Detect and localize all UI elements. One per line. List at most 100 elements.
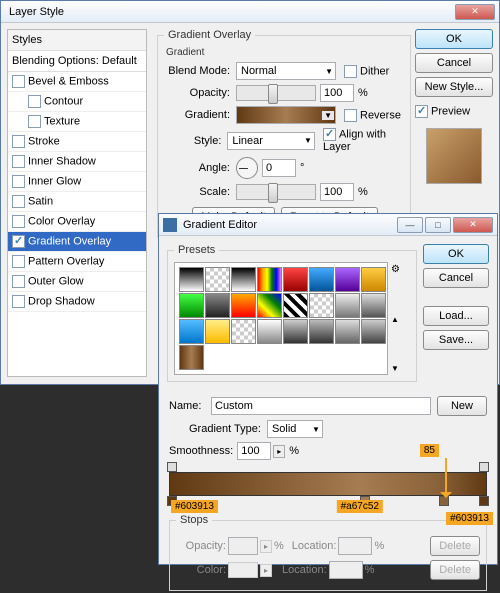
ok-button[interactable]: OK bbox=[423, 244, 489, 264]
tag-c2: #a67c52 bbox=[337, 500, 383, 513]
opacity-input[interactable] bbox=[320, 84, 354, 102]
preset-swatch[interactable] bbox=[309, 267, 334, 292]
preset-swatch[interactable] bbox=[179, 319, 204, 344]
preset-swatch[interactable] bbox=[283, 293, 308, 318]
preset-swatch[interactable] bbox=[231, 293, 256, 318]
preset-swatch[interactable] bbox=[335, 293, 360, 318]
preview-checkbox[interactable] bbox=[415, 105, 428, 118]
blending-options[interactable]: Blending Options: Default bbox=[8, 51, 146, 72]
name-input[interactable] bbox=[211, 397, 431, 415]
preset-swatch[interactable] bbox=[361, 319, 386, 344]
style-checkbox[interactable] bbox=[12, 195, 25, 208]
style-checkbox[interactable] bbox=[12, 155, 25, 168]
preset-swatch[interactable] bbox=[205, 293, 230, 318]
blend-mode-select[interactable]: Normal▼ bbox=[236, 62, 336, 80]
style-item[interactable]: Inner Shadow bbox=[8, 152, 146, 172]
opacity-stop[interactable] bbox=[479, 462, 489, 472]
style-checkbox[interactable] bbox=[28, 115, 41, 128]
style-checkbox[interactable] bbox=[12, 235, 25, 248]
scale-slider[interactable] bbox=[236, 184, 316, 200]
preset-swatch[interactable] bbox=[309, 319, 334, 344]
style-checkbox[interactable] bbox=[12, 255, 25, 268]
style-item[interactable]: Satin bbox=[8, 192, 146, 212]
cancel-button[interactable]: Cancel bbox=[423, 268, 489, 288]
maximize-icon[interactable]: □ bbox=[425, 217, 451, 233]
gradient-select[interactable]: ▼ bbox=[236, 106, 336, 124]
load-button[interactable]: Load... bbox=[423, 306, 489, 326]
chevron-up-icon[interactable]: ▲ bbox=[391, 315, 402, 324]
new-style-button[interactable]: New Style... bbox=[415, 77, 493, 97]
chevron-down-icon[interactable]: ▼ bbox=[391, 364, 402, 373]
style-item[interactable]: Outer Glow bbox=[8, 272, 146, 292]
preset-swatch[interactable] bbox=[257, 293, 282, 318]
window-title: Layer Style bbox=[9, 6, 453, 18]
preset-swatch[interactable] bbox=[335, 319, 360, 344]
preset-swatch[interactable] bbox=[179, 293, 204, 318]
gear-icon[interactable]: ⚙ bbox=[391, 264, 402, 275]
style-item[interactable]: Gradient Overlay bbox=[8, 232, 146, 252]
preset-swatch[interactable] bbox=[231, 319, 256, 344]
marker-line bbox=[445, 458, 447, 494]
preset-swatch[interactable] bbox=[283, 267, 308, 292]
style-item[interactable]: Pattern Overlay bbox=[8, 252, 146, 272]
preset-swatch[interactable] bbox=[205, 267, 230, 292]
cancel-button[interactable]: Cancel bbox=[415, 53, 493, 73]
close-icon[interactable]: ✕ bbox=[455, 4, 495, 20]
style-select[interactable]: Linear▼ bbox=[227, 132, 315, 150]
style-item[interactable]: Texture bbox=[8, 112, 146, 132]
style-item[interactable]: Color Overlay bbox=[8, 212, 146, 232]
type-select[interactable]: Solid▼ bbox=[267, 420, 323, 438]
scale-input[interactable] bbox=[320, 183, 354, 201]
preset-swatch[interactable] bbox=[335, 267, 360, 292]
dither-checkbox[interactable] bbox=[344, 65, 357, 78]
styles-list: Styles Blending Options: Default Bevel &… bbox=[7, 29, 147, 377]
preset-grid[interactable] bbox=[174, 262, 388, 375]
preset-swatch[interactable] bbox=[361, 293, 386, 318]
color-stop[interactable] bbox=[479, 496, 489, 506]
new-button[interactable]: New bbox=[437, 396, 487, 416]
preset-swatch[interactable] bbox=[205, 319, 230, 344]
ok-button[interactable]: OK bbox=[415, 29, 493, 49]
style-checkbox[interactable] bbox=[12, 75, 25, 88]
panel-title: Gradient Overlay bbox=[164, 29, 255, 41]
preset-swatch[interactable] bbox=[361, 267, 386, 292]
preset-swatch[interactable] bbox=[231, 267, 256, 292]
preset-swatch[interactable] bbox=[179, 345, 204, 370]
tag-c1: #603913 bbox=[171, 500, 218, 513]
opacity-slider[interactable] bbox=[236, 85, 316, 101]
preset-swatch[interactable] bbox=[257, 319, 282, 344]
style-item[interactable]: Contour bbox=[8, 92, 146, 112]
preset-swatch[interactable] bbox=[309, 293, 334, 318]
style-checkbox[interactable] bbox=[28, 95, 41, 108]
style-checkbox[interactable] bbox=[12, 275, 25, 288]
tag-c3: #603913 bbox=[446, 512, 493, 525]
style-item[interactable]: Drop Shadow bbox=[8, 292, 146, 312]
style-checkbox[interactable] bbox=[12, 215, 25, 228]
style-checkbox[interactable] bbox=[12, 175, 25, 188]
titlebar: Gradient Editor — □ ✕ bbox=[159, 214, 497, 236]
preset-swatch[interactable] bbox=[283, 319, 308, 344]
preset-swatch[interactable] bbox=[257, 267, 282, 292]
reverse-checkbox[interactable] bbox=[344, 109, 357, 122]
preset-swatch[interactable] bbox=[179, 267, 204, 292]
stop-location-input bbox=[338, 537, 372, 555]
stop-opacity-input bbox=[228, 537, 258, 555]
delete-button: Delete bbox=[430, 560, 480, 580]
delete-button: Delete bbox=[430, 536, 480, 556]
minimize-icon[interactable]: — bbox=[397, 217, 423, 233]
style-item[interactable]: Inner Glow bbox=[8, 172, 146, 192]
align-checkbox[interactable] bbox=[323, 128, 336, 141]
style-item[interactable]: Stroke bbox=[8, 132, 146, 152]
save-button[interactable]: Save... bbox=[423, 330, 489, 350]
style-item[interactable]: Bevel & Emboss bbox=[8, 72, 146, 92]
angle-input[interactable] bbox=[262, 159, 296, 177]
preview-swatch bbox=[426, 128, 482, 184]
opacity-stop[interactable] bbox=[167, 462, 177, 472]
style-checkbox[interactable] bbox=[12, 135, 25, 148]
angle-dial[interactable] bbox=[236, 157, 258, 179]
smoothness-input[interactable] bbox=[237, 442, 271, 460]
style-checkbox[interactable] bbox=[12, 295, 25, 308]
chevron-right-icon[interactable]: ▸ bbox=[273, 445, 285, 458]
titlebar: Layer Style ✕ bbox=[1, 1, 499, 23]
close-icon[interactable]: ✕ bbox=[453, 217, 493, 233]
